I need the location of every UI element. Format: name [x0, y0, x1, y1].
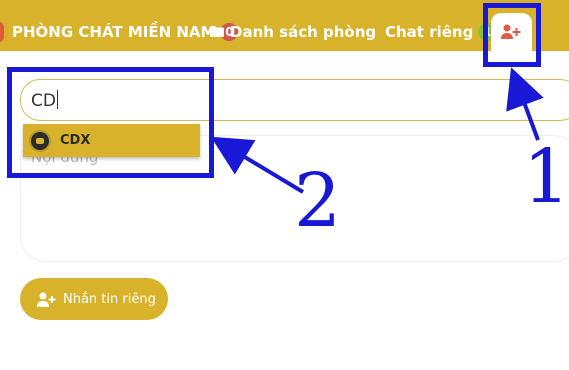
annotation-label-2: 2: [294, 158, 342, 244]
annotation-arrows: [210, 67, 544, 194]
annotation-label-1: 1: [523, 134, 569, 220]
